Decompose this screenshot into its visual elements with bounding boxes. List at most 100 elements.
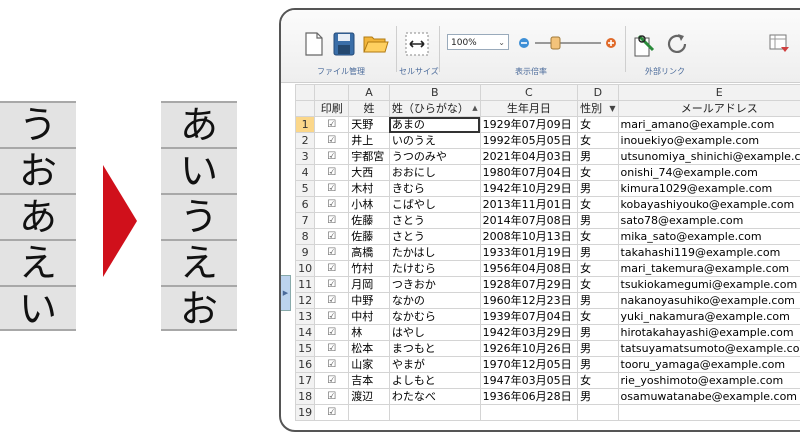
row-number[interactable]: 18: [296, 389, 315, 405]
cell-sex[interactable]: 女: [578, 373, 618, 389]
cell-sei-kana[interactable]: [389, 405, 480, 421]
cell-email[interactable]: kobayashiyouko@example.com: [618, 197, 800, 213]
refresh-icon[interactable]: [665, 32, 689, 56]
cell-sex[interactable]: 男: [578, 245, 618, 261]
print-checkbox[interactable]: ☑: [315, 229, 349, 245]
cell-email[interactable]: osamuwatanabe@example.com: [618, 389, 800, 405]
column-letter[interactable]: D: [578, 85, 618, 101]
cell-sei-kana[interactable]: たけむら: [389, 261, 480, 277]
cell-sei-kana[interactable]: よしもと: [389, 373, 480, 389]
cell-birthdate[interactable]: 1980年07月04日: [480, 165, 577, 181]
cell-email[interactable]: mika_sato@example.com: [618, 229, 800, 245]
print-checkbox[interactable]: ☑: [315, 245, 349, 261]
cell-sei[interactable]: 佐藤: [349, 229, 390, 245]
print-checkbox[interactable]: ☑: [315, 325, 349, 341]
row-number[interactable]: 5: [296, 181, 315, 197]
row-number[interactable]: 16: [296, 357, 315, 373]
cell-sex[interactable]: 男: [578, 293, 618, 309]
cell-birthdate[interactable]: 1956年04月08日: [480, 261, 577, 277]
cell-email[interactable]: tsukiokamegumi@example.com: [618, 277, 800, 293]
row-number[interactable]: 12: [296, 293, 315, 309]
cell-sei-kana[interactable]: はやし: [389, 325, 480, 341]
cell-sei-kana[interactable]: さとう: [389, 213, 480, 229]
cell-sex[interactable]: 男: [578, 325, 618, 341]
header-sei-kana[interactable]: 姓（ひらがな）▲: [389, 101, 480, 117]
column-letter[interactable]: [315, 85, 349, 101]
cell-sei[interactable]: 中村: [349, 309, 390, 325]
new-file-icon[interactable]: [305, 32, 323, 56]
row-number[interactable]: 1: [296, 117, 315, 133]
cell-sex[interactable]: 女: [578, 277, 618, 293]
row-number[interactable]: 10: [296, 261, 315, 277]
grid-corner[interactable]: [296, 85, 315, 101]
cell-email[interactable]: rie_yoshimoto@example.com: [618, 373, 800, 389]
cell-sei-kana[interactable]: わたなべ: [389, 389, 480, 405]
cell-birthdate[interactable]: 1928年07月29日: [480, 277, 577, 293]
cell-sex[interactable]: 女: [578, 117, 618, 133]
header-email[interactable]: メールアドレス: [618, 101, 800, 117]
cell-sex[interactable]: 女: [578, 165, 618, 181]
side-panel-toggle[interactable]: ▶: [281, 275, 291, 311]
print-checkbox[interactable]: ☑: [315, 261, 349, 277]
cell-sei-kana[interactable]: つきおか: [389, 277, 480, 293]
cell-sex[interactable]: 男: [578, 213, 618, 229]
row-number[interactable]: 8: [296, 229, 315, 245]
zoom-select[interactable]: 100% ⌄: [447, 34, 509, 50]
external-link-icon[interactable]: [633, 32, 657, 58]
cell-email[interactable]: mari_amano@example.com: [618, 117, 800, 133]
print-checkbox[interactable]: ☑: [315, 293, 349, 309]
cell-sei[interactable]: 松本: [349, 341, 390, 357]
cell-birthdate[interactable]: 1926年10月26日: [480, 341, 577, 357]
row-number[interactable]: 7: [296, 213, 315, 229]
print-checkbox[interactable]: ☑: [315, 197, 349, 213]
cell-birthdate[interactable]: 1929年07月09日: [480, 117, 577, 133]
cell-sei[interactable]: 井上: [349, 133, 390, 149]
cell-email[interactable]: utsunomiya_shinichi@example.com: [618, 149, 800, 165]
print-checkbox[interactable]: ☑: [315, 277, 349, 293]
cell-birthdate[interactable]: 1939年07月04日: [480, 309, 577, 325]
column-letter[interactable]: B: [389, 85, 480, 101]
cell-email[interactable]: nakanoyasuhiko@example.com: [618, 293, 800, 309]
cell-sex[interactable]: 女: [578, 133, 618, 149]
sort-asc-icon[interactable]: ▲: [472, 101, 477, 116]
cell-sex[interactable]: 男: [578, 389, 618, 405]
cell-sei[interactable]: 木村: [349, 181, 390, 197]
cell-birthdate[interactable]: 1960年12月23日: [480, 293, 577, 309]
cell-sei[interactable]: 竹村: [349, 261, 390, 277]
cell-birthdate[interactable]: 1970年12月05日: [480, 357, 577, 373]
cell-sei[interactable]: 天野: [349, 117, 390, 133]
row-number[interactable]: 11: [296, 277, 315, 293]
cell-sei-kana[interactable]: あまの: [389, 117, 480, 133]
cell-sei[interactable]: 吉本: [349, 373, 390, 389]
cell-birthdate[interactable]: [480, 405, 577, 421]
cell-sei[interactable]: 林: [349, 325, 390, 341]
print-checkbox[interactable]: ☑: [315, 181, 349, 197]
cell-sei-kana[interactable]: こばやし: [389, 197, 480, 213]
print-checkbox[interactable]: ☑: [315, 405, 349, 421]
cell-birthdate[interactable]: 1936年06月28日: [480, 389, 577, 405]
open-folder-icon[interactable]: [363, 34, 389, 54]
zoom-out-icon[interactable]: [518, 37, 530, 49]
row-number[interactable]: 19: [296, 405, 315, 421]
cell-sei[interactable]: 高橋: [349, 245, 390, 261]
cell-size-icon[interactable]: [405, 32, 429, 56]
filter-icon[interactable]: ▼: [609, 101, 615, 116]
cell-sei-kana[interactable]: おおにし: [389, 165, 480, 181]
row-number[interactable]: 2: [296, 133, 315, 149]
cell-birthdate[interactable]: 2014年07月08日: [480, 213, 577, 229]
cell-birthdate[interactable]: 1947年03月05日: [480, 373, 577, 389]
cell-sei-kana[interactable]: なかむら: [389, 309, 480, 325]
cell-email[interactable]: inouekiyo@example.com: [618, 133, 800, 149]
print-checkbox[interactable]: ☑: [315, 213, 349, 229]
cell-email[interactable]: yuki_nakamura@example.com: [618, 309, 800, 325]
cell-sex[interactable]: 男: [578, 357, 618, 373]
row-number[interactable]: 9: [296, 245, 315, 261]
print-checkbox[interactable]: ☑: [315, 357, 349, 373]
print-checkbox[interactable]: ☑: [315, 389, 349, 405]
row-number[interactable]: 4: [296, 165, 315, 181]
cell-birthdate[interactable]: 1942年10月29日: [480, 181, 577, 197]
cell-sei[interactable]: 月岡: [349, 277, 390, 293]
cell-birthdate[interactable]: 1992年05月05日: [480, 133, 577, 149]
cell-sei-kana[interactable]: きむら: [389, 181, 480, 197]
zoom-in-icon[interactable]: [605, 37, 617, 49]
